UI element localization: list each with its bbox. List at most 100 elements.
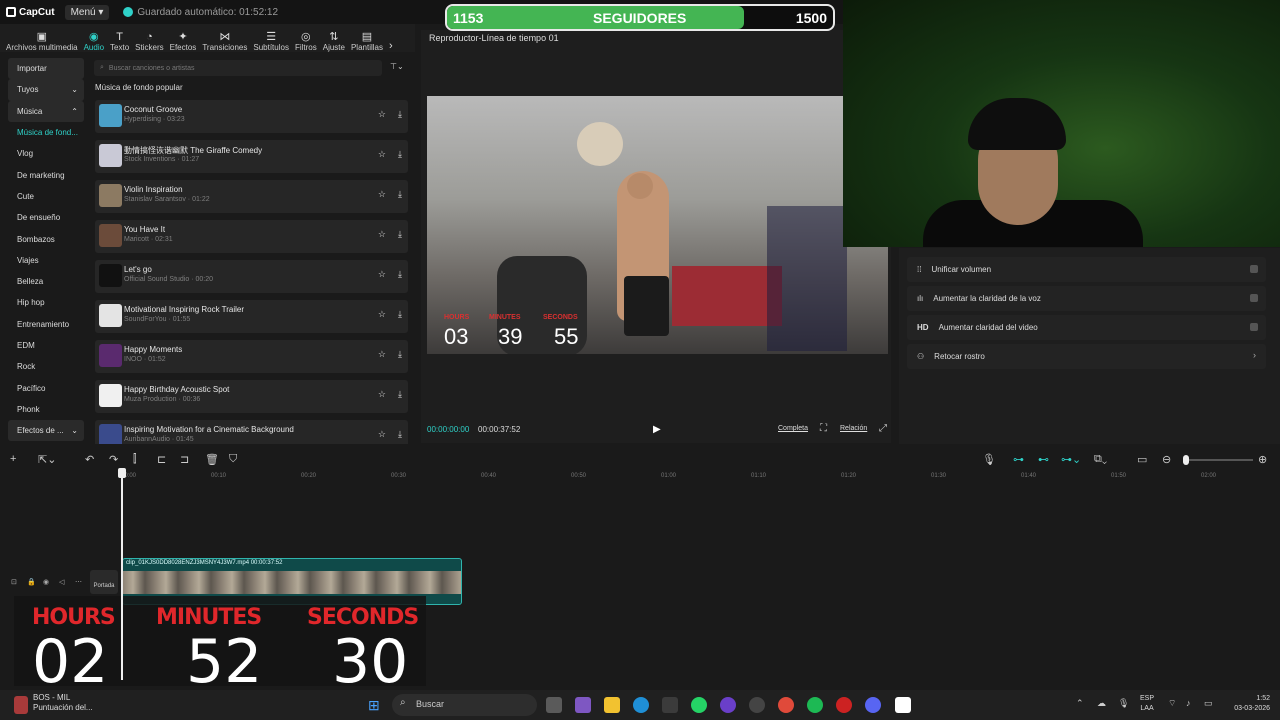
download-icon[interactable]: ⤓ — [398, 109, 402, 120]
add-track-icon[interactable]: + — [10, 453, 16, 465]
track-icon[interactable]: ⊡ — [11, 578, 17, 586]
unify-volume-option[interactable]: ⁞⁞ Unificar volumen — [907, 257, 1266, 282]
tab-audio[interactable]: ◉ Audio — [84, 31, 104, 52]
taskbar-search[interactable]: Buscar — [392, 694, 537, 716]
zoom-slider[interactable] — [1183, 459, 1253, 461]
favorite-icon[interactable]: ☆ — [378, 389, 386, 400]
timeline-ruler[interactable] — [0, 470, 1280, 484]
select-tool-icon[interactable]: ⇱⌄ — [38, 453, 56, 466]
retouch-face-option[interactable]: ⚇ Retocar rostro › — [907, 344, 1266, 369]
copilot-icon[interactable] — [575, 697, 591, 713]
tab-transitions[interactable]: ⋈ Transiciones — [202, 31, 247, 52]
category-item[interactable]: Phonk — [8, 399, 84, 420]
favorite-icon[interactable]: ☆ — [378, 229, 386, 240]
play-button[interactable]: ▶ — [653, 424, 661, 435]
download-icon[interactable]: ⤓ — [398, 229, 402, 240]
whatsapp-icon[interactable] — [691, 697, 707, 713]
favorite-icon[interactable]: ☆ — [378, 109, 386, 120]
category-item[interactable]: Cute — [8, 186, 84, 207]
song-item[interactable]: Violin Inspiration Stanislav Sarantsov · … — [95, 180, 408, 213]
video-clarity-option[interactable]: HD Aumentar claridad del video — [907, 315, 1266, 340]
preview-axis-icon[interactable]: ⧉⌄ — [1094, 453, 1107, 466]
download-icon[interactable]: ⤓ — [398, 149, 402, 160]
favorite-icon[interactable]: ☆ — [378, 429, 386, 440]
category-item[interactable]: Belleza — [8, 271, 84, 292]
cloud-icon[interactable]: ☁ — [1097, 698, 1106, 709]
edge-icon[interactable] — [633, 697, 649, 713]
favorite-icon[interactable]: ☆ — [378, 269, 386, 280]
microphone-icon[interactable]: 🎙 — [1118, 698, 1129, 709]
chrome-icon[interactable] — [778, 697, 794, 713]
song-item[interactable]: Happy Moments INOO · 01:52 ☆ ⤓ — [95, 340, 408, 373]
song-item[interactable]: Inspiring Motivation for a Cinematic Bac… — [95, 420, 408, 444]
capcut-icon[interactable] — [895, 697, 911, 713]
tab-text[interactable]: T Texto — [110, 31, 129, 52]
video-preview[interactable]: HOURS MINUTES SECONDS 03 39 55 — [427, 96, 888, 354]
category-item[interactable]: De ensueño — [8, 207, 84, 228]
undo-icon[interactable]: ↶ — [85, 453, 94, 466]
task-view-icon[interactable] — [546, 697, 562, 713]
language-indicator[interactable]: ESP LAA — [1140, 694, 1154, 714]
category-music[interactable]: Música ⌃ — [8, 100, 84, 122]
category-item[interactable]: De marketing — [8, 164, 84, 185]
fit-screen-icon[interactable]: ⛶ — [820, 423, 827, 434]
battery-icon[interactable]: ▭ — [1204, 698, 1213, 709]
fullscreen-icon[interactable]: ⤢ — [879, 423, 887, 434]
tabs-scroll-right[interactable]: › — [389, 40, 393, 52]
split-icon[interactable]: ⫿ — [133, 453, 137, 466]
song-item[interactable]: Happy Birthday Acoustic Spot Muza Product… — [95, 380, 408, 413]
microphone-icon[interactable]: 🎙 — [982, 453, 996, 466]
favorite-icon[interactable]: ☆ — [378, 189, 386, 200]
favorite-icon[interactable]: ☆ — [378, 349, 386, 360]
visibility-icon[interactable]: ◉ — [43, 578, 49, 586]
category-item[interactable]: EDM — [8, 335, 84, 356]
toggle-checkbox[interactable] — [1250, 294, 1258, 302]
download-icon[interactable]: ⤓ — [398, 189, 402, 200]
aspect-ratio-button[interactable]: Relación — [840, 425, 867, 432]
spotify-icon[interactable] — [807, 697, 823, 713]
lock-icon[interactable]: 🔒 — [27, 578, 36, 586]
favorite-icon[interactable]: ☆ — [378, 309, 386, 320]
start-icon[interactable]: ⊞ — [368, 697, 380, 714]
category-item[interactable]: Entrenamiento — [8, 314, 84, 335]
redo-icon[interactable]: ↷ — [109, 453, 118, 466]
zoom-in-icon[interactable]: ⊕ — [1258, 453, 1267, 466]
category-sound-effects[interactable]: Efectos de ... ⌄ — [8, 420, 84, 442]
tab-templates[interactable]: ▤ Plantillas — [351, 31, 383, 52]
clock[interactable]: 1:52 03-03-2026 — [1222, 694, 1270, 714]
link-icon[interactable]: ⊶ — [1013, 453, 1024, 466]
app-icon[interactable] — [720, 697, 736, 713]
tab-effects[interactable]: ✦ Efectos — [170, 31, 197, 52]
category-item[interactable]: Hip hop — [8, 292, 84, 313]
file-explorer-icon[interactable] — [604, 697, 620, 713]
game-widget-icon[interactable] — [14, 696, 28, 714]
delete-icon[interactable]: 🗑 — [205, 453, 219, 466]
category-background-music[interactable]: Música de fond... — [8, 122, 84, 143]
trim-right-icon[interactable]: ⊐ — [180, 453, 189, 466]
tab-filters[interactable]: ◎ Filtros — [295, 31, 317, 52]
zoom-out-icon[interactable]: ⊖ — [1162, 453, 1171, 466]
search-input[interactable]: ⌕ Buscar canciones o artistas — [94, 60, 382, 76]
toggle-checkbox[interactable] — [1250, 323, 1258, 331]
download-icon[interactable]: ⤓ — [398, 269, 402, 280]
game-widget[interactable]: BOS - MIL Puntuación del... — [33, 693, 93, 713]
category-item[interactable]: Bombazos — [8, 228, 84, 249]
toggle-checkbox[interactable] — [1250, 265, 1258, 273]
song-item[interactable]: Let's go Official Sound Studio · 00:20 ☆ ⤓ — [95, 260, 408, 293]
marker-icon[interactable]: ⛉ — [229, 453, 237, 466]
discord-icon[interactable] — [865, 697, 881, 713]
category-item[interactable]: Vlog — [8, 143, 84, 164]
song-item[interactable]: You Have It Maricott · 02:31 ☆ ⤓ — [95, 220, 408, 253]
tab-media[interactable]: ▣ Archivos multimedia — [6, 31, 78, 52]
volume-icon[interactable]: ♪ — [1186, 698, 1191, 708]
full-quality-button[interactable]: Completa — [778, 425, 808, 432]
download-icon[interactable]: ⤓ — [398, 349, 402, 360]
playhead-handle[interactable] — [118, 468, 126, 478]
app-icon[interactable] — [836, 697, 852, 713]
category-yours[interactable]: Tuyos ⌄ — [8, 79, 84, 101]
download-icon[interactable]: ⤓ — [398, 429, 402, 440]
tab-subtitles[interactable]: ☰ Subtítulos — [253, 31, 289, 52]
menu-button[interactable]: Menú ▾ — [64, 4, 110, 20]
wifi-icon[interactable]: ⌔ — [1168, 698, 1176, 709]
category-import[interactable]: Importar — [8, 58, 84, 80]
